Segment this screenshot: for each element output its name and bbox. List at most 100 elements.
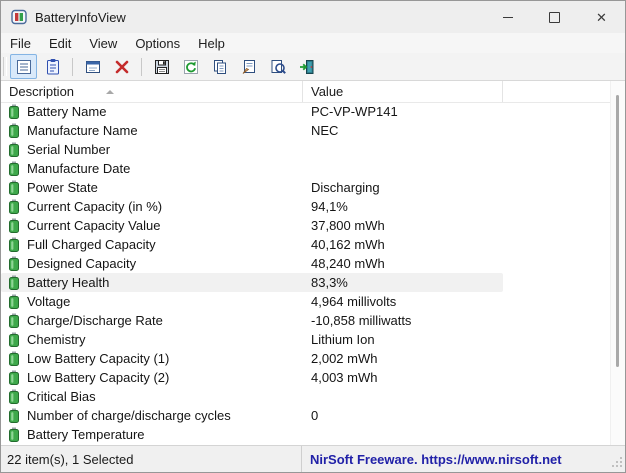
- caption-buttons: ✕: [484, 1, 625, 33]
- menu-item-options[interactable]: Options: [126, 35, 189, 52]
- battery-row-icon: [8, 104, 20, 119]
- menu-item-edit[interactable]: Edit: [40, 35, 80, 52]
- description-cell: Low Battery Capacity (2): [1, 370, 303, 385]
- description-cell: Chemistry: [1, 332, 303, 347]
- resize-grip-icon[interactable]: [612, 455, 623, 470]
- description-cell: Manufacture Date: [1, 161, 303, 176]
- table-row[interactable]: Battery Temperature: [1, 425, 503, 444]
- report-view-button[interactable]: [10, 54, 37, 79]
- table-row[interactable]: Manufacture Name NEC: [1, 121, 503, 140]
- clipboard-report-button[interactable]: [39, 54, 66, 79]
- column-header-value[interactable]: Value: [303, 81, 503, 102]
- table-row[interactable]: Manufacture Date: [1, 159, 503, 178]
- table-row[interactable]: Power State Discharging: [1, 178, 503, 197]
- table-row[interactable]: Number of charge/discharge cycles 0: [1, 406, 503, 425]
- table-row[interactable]: Current Capacity (in %) 94,1%: [1, 197, 503, 216]
- report-view-icon: [15, 58, 33, 76]
- table-row[interactable]: Critical Bias: [1, 387, 503, 406]
- battery-row-icon: [8, 180, 20, 195]
- description-text: Low Battery Capacity (1): [27, 351, 170, 366]
- value-cell: Lithium Ion: [311, 332, 375, 347]
- save-icon: [153, 58, 171, 76]
- toolbar: [1, 53, 625, 81]
- column-header-description[interactable]: Description: [1, 81, 303, 102]
- battery-row-icon: [8, 142, 20, 157]
- battery-row-icon: [8, 237, 20, 252]
- copy-button[interactable]: [206, 54, 233, 79]
- table-row[interactable]: Voltage 4,964 millivolts: [1, 292, 503, 311]
- battery-row-icon: [8, 218, 20, 233]
- description-cell: Battery Temperature: [1, 427, 303, 442]
- description-text: Charge/Discharge Rate: [27, 313, 163, 328]
- properties-icon: [240, 58, 258, 76]
- delete-button[interactable]: [108, 54, 135, 79]
- value-cell: 40,162 mWh: [311, 237, 385, 252]
- battery-row-icon: [8, 294, 20, 309]
- menu-item-file[interactable]: File: [1, 35, 40, 52]
- description-text: Serial Number: [27, 142, 111, 157]
- vertical-scrollbar[interactable]: [610, 81, 625, 445]
- description-text: Current Capacity (in %): [27, 199, 163, 214]
- description-text: Full Charged Capacity: [27, 237, 156, 252]
- menu-item-help[interactable]: Help: [189, 35, 234, 52]
- battery-app-icon: [11, 9, 27, 25]
- column-header-description-label: Description: [9, 84, 75, 99]
- table-row[interactable]: Battery Name PC-VP-WP141: [1, 102, 503, 121]
- exit-button[interactable]: [293, 54, 320, 79]
- list-header: Description Value: [1, 81, 625, 103]
- description-text: Designed Capacity: [27, 256, 137, 271]
- value-cell: 0: [311, 408, 319, 423]
- value-cell: Discharging: [311, 180, 380, 195]
- toolbar-grip[interactable]: [3, 57, 7, 76]
- value-cell: 4,003 mWh: [311, 370, 378, 385]
- close-button[interactable]: ✕: [578, 1, 625, 33]
- table-row[interactable]: Current Capacity Value 37,800 mWh: [1, 216, 503, 235]
- table-row[interactable]: Low Battery Capacity (1) 2,002 mWh: [1, 349, 503, 368]
- table-row[interactable]: Serial Number: [1, 140, 503, 159]
- titlebar[interactable]: BatteryInfoView ✕: [1, 1, 625, 33]
- minimize-button[interactable]: [484, 1, 531, 33]
- exit-icon: [298, 58, 316, 76]
- description-cell: Critical Bias: [1, 389, 303, 404]
- choose-columns-button[interactable]: [79, 54, 106, 79]
- refresh-icon: [182, 58, 200, 76]
- status-item-count: 22 item(s), 1 Selected: [1, 446, 302, 472]
- description-text: Battery Temperature: [27, 427, 145, 442]
- battery-row-icon: [8, 256, 20, 271]
- menu-item-view[interactable]: View: [80, 35, 126, 52]
- statusbar: 22 item(s), 1 Selected NirSoft Freeware.…: [1, 445, 625, 472]
- battery-row-icon: [8, 199, 20, 214]
- description-cell: Low Battery Capacity (1): [1, 351, 303, 366]
- maximize-icon: [549, 11, 560, 23]
- status-nirsoft-link[interactable]: NirSoft Freeware. https://www.nirsoft.ne…: [302, 446, 625, 472]
- find-button[interactable]: [264, 54, 291, 79]
- description-cell: Designed Capacity: [1, 256, 303, 271]
- value-cell: 83,3%: [311, 275, 348, 290]
- battery-row-icon: [8, 427, 20, 442]
- description-cell: Current Capacity Value: [1, 218, 303, 233]
- table-row[interactable]: Low Battery Capacity (2) 4,003 mWh: [1, 368, 503, 387]
- list-rows: Battery Name PC-VP-WP141 Manufacture Name…: [1, 102, 611, 445]
- value-cell: NEC: [311, 123, 339, 138]
- description-text: Manufacture Name: [27, 123, 138, 138]
- table-row[interactable]: Designed Capacity 48,240 mWh: [1, 254, 503, 273]
- maximize-button[interactable]: [531, 1, 578, 33]
- value-cell: 94,1%: [311, 199, 348, 214]
- battery-row-icon: [8, 313, 20, 328]
- properties-button[interactable]: [235, 54, 262, 79]
- table-row[interactable]: Charge/Discharge Rate -10,858 milliwatts: [1, 311, 503, 330]
- table-row[interactable]: Battery Health 83,3%: [1, 273, 503, 292]
- battery-row-icon: [8, 123, 20, 138]
- refresh-button[interactable]: [177, 54, 204, 79]
- table-row[interactable]: Full Charged Capacity 40,162 mWh: [1, 235, 503, 254]
- table-row[interactable]: Chemistry Lithium Ion: [1, 330, 503, 349]
- close-icon: ✕: [596, 9, 607, 25]
- value-cell: PC-VP-WP141: [311, 104, 398, 119]
- description-text: Manufacture Date: [27, 161, 131, 176]
- choose-columns-icon: [84, 58, 102, 76]
- scrollbar-thumb[interactable]: [616, 95, 619, 367]
- description-text: Number of charge/discharge cycles: [27, 408, 231, 423]
- column-header-value-label: Value: [311, 84, 344, 99]
- save-button[interactable]: [148, 54, 175, 79]
- battery-row-icon: [8, 351, 20, 366]
